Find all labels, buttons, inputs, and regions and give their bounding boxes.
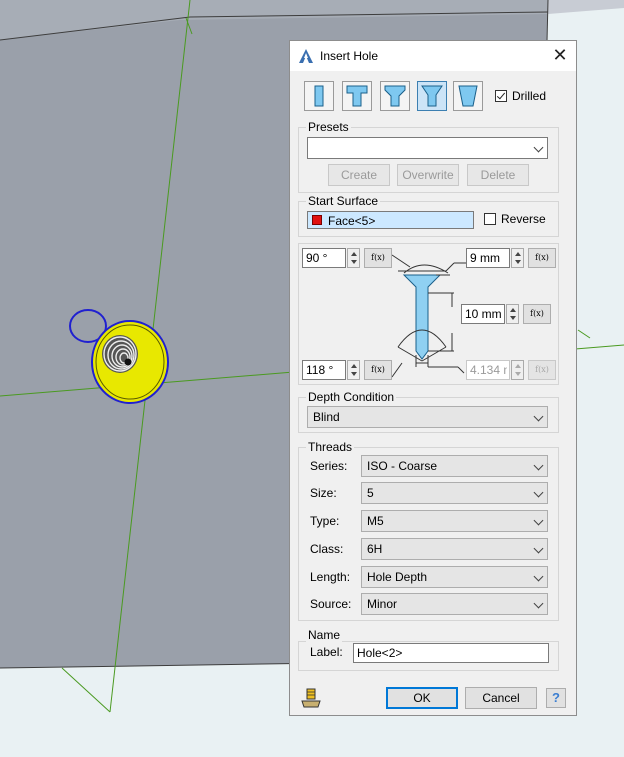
thread-series-dropdown[interactable]: ISO - Coarse [361,455,548,477]
chevron-down-icon [533,543,544,554]
chevron-down-icon [533,598,544,609]
start-surface-title: Start Surface [306,194,381,208]
thread-length-label: Length: [310,570,351,584]
bottom-angle-value: 118 ° [306,363,334,377]
thread-class-value: 6H [367,542,383,556]
delete-preset-button[interactable]: Delete [467,164,529,186]
presets-title: Presets [306,120,351,134]
dialog-title: Insert Hole [320,49,379,63]
overwrite-preset-button[interactable]: Overwrite [397,164,459,186]
tapered-hole-icon [458,85,478,107]
name-label-caption: Label: [310,645,343,659]
chevron-down-icon [533,460,544,471]
drilled-checkbox[interactable] [495,90,507,102]
thread-source-label: Source: [310,597,352,611]
bottom-value-fx-button: f(x) [528,360,556,380]
top-diameter-value: 9 mm [470,251,500,265]
thread-size-value: 5 [367,486,374,500]
thread-series-label: Series: [310,459,348,473]
top-diameter-fx-button[interactable]: f(x) [528,248,556,268]
insert-hole-dialog: Insert Hole ✕ Drilled Presets Create Ove [289,40,577,716]
thread-source-value: Minor [367,597,398,611]
face-icon [312,215,322,225]
thread-size-label: Size: [310,486,337,500]
thread-type-label: Type: [310,514,340,528]
reverse-label: Reverse [501,212,546,226]
app-logo-icon [299,49,313,63]
countersink-icon [421,85,443,107]
top-angle-spinner[interactable] [347,248,360,268]
thread-class-label: Class: [310,542,344,556]
simple-hole-icon [314,85,324,107]
name-label-value: Hole<2> [357,646,403,660]
name-label-input[interactable]: Hole<2> [353,643,549,663]
bottom-angle-fx-button[interactable]: f(x) [364,360,392,380]
thread-length-value: Hole Depth [367,570,428,584]
thread-type-value: M5 [367,514,384,528]
start-surface-value: Face<5> [328,214,376,228]
close-button[interactable]: ✕ [550,46,570,66]
dialog-titlebar[interactable]: Insert Hole ✕ [290,41,576,71]
top-angle-value: 90 ° [306,251,328,265]
depth-condition-title: Depth Condition [306,390,397,404]
ok-button[interactable]: OK [386,687,458,709]
counterdrill-button[interactable] [380,81,410,111]
depth-field[interactable]: 10 mm [461,304,505,324]
countersink-button[interactable] [417,81,447,111]
chevron-down-icon [533,515,544,526]
counterbore-icon [346,85,368,107]
hole-center-point[interactable] [124,358,132,366]
chevron-down-icon [533,571,544,582]
name-title: Name [306,628,343,642]
presets-dropdown[interactable] [307,137,548,159]
thread-type-dropdown[interactable]: M5 [361,510,548,532]
top-diameter-spinner[interactable] [511,248,524,268]
hole-wizard-settings-icon[interactable] [300,687,322,709]
reverse-checkbox[interactable] [484,213,496,225]
create-preset-button[interactable]: Create [328,164,390,186]
thread-series-value: ISO - Coarse [367,459,438,473]
counterbore-button[interactable] [342,81,372,111]
help-button[interactable]: ? [546,688,566,708]
thread-class-dropdown[interactable]: 6H [361,538,548,560]
cancel-button[interactable]: Cancel [465,687,537,709]
thread-source-dropdown[interactable]: Minor [361,593,548,615]
depth-condition-dropdown[interactable]: Blind [307,406,548,428]
chevron-down-icon [533,142,544,153]
tapered-hole-button[interactable] [453,81,483,111]
depth-condition-value: Blind [313,410,340,424]
top-diameter-field[interactable]: 9 mm [466,248,510,268]
bottom-value-text: 4.134 mm [470,363,507,377]
drilled-label: Drilled [512,89,547,103]
chevron-down-icon [533,487,544,498]
depth-value: 10 mm [465,307,502,321]
chevron-down-icon [533,411,544,422]
thread-length-dropdown[interactable]: Hole Depth [361,566,548,588]
simple-hole-button[interactable] [304,81,334,111]
bottom-angle-field[interactable]: 118 ° [302,360,346,380]
thread-size-dropdown[interactable]: 5 [361,482,548,504]
counterdrill-icon [384,85,406,107]
bottom-value-spinner [511,360,524,380]
threads-title: Threads [306,440,355,454]
depth-spinner[interactable] [506,304,519,324]
bottom-angle-spinner[interactable] [347,360,360,380]
depth-fx-button[interactable]: f(x) [523,304,551,324]
start-surface-selection[interactable]: Face<5> [307,211,474,229]
top-angle-fx-button[interactable]: f(x) [364,248,392,268]
bottom-value-field: 4.134 mm [466,360,510,380]
top-angle-field[interactable]: 90 ° [302,248,346,268]
